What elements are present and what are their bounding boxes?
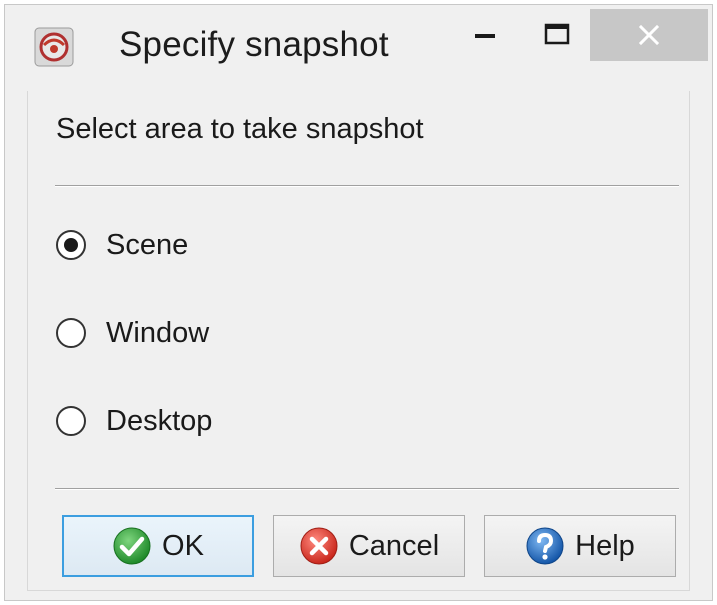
cancel-button-label: Cancel <box>348 529 440 562</box>
window-title: Specify snapshot <box>119 25 389 64</box>
top-divider <box>55 185 679 187</box>
radio-option-scene[interactable]: Scene <box>56 225 188 265</box>
dialog-body: Select area to take snapshot Scene Windo… <box>27 91 690 591</box>
bottom-divider <box>55 488 679 490</box>
title-bar[interactable]: Specify snapshot <box>5 5 712 91</box>
close-icon <box>638 24 660 46</box>
instruction-label: Select area to take snapshot <box>56 113 424 145</box>
radio-label-scene: Scene <box>106 228 189 261</box>
app-icon <box>34 27 74 67</box>
radio-option-desktop[interactable]: Desktop <box>56 401 212 441</box>
snapshot-dialog: Specify snapshot Select area to take sna… <box>4 4 713 601</box>
close-button[interactable] <box>590 9 708 61</box>
help-button[interactable]: Help <box>484 515 676 577</box>
radio-window[interactable] <box>56 318 86 348</box>
radio-label-window: Window <box>106 316 210 349</box>
help-button-label: Help <box>575 529 635 562</box>
question-icon <box>526 527 564 565</box>
maximize-icon <box>544 23 570 45</box>
radio-option-window[interactable]: Window <box>56 313 209 353</box>
ok-button-label: OK <box>162 529 204 562</box>
check-icon <box>113 527 151 565</box>
cancel-x-icon <box>300 527 338 565</box>
cancel-button[interactable]: Cancel <box>273 515 465 577</box>
maximize-button[interactable] <box>531 9 583 61</box>
radio-scene[interactable] <box>56 230 86 260</box>
radio-label-desktop: Desktop <box>106 404 213 437</box>
ok-button[interactable]: OK <box>62 515 254 577</box>
minimize-button[interactable] <box>460 9 510 61</box>
minimize-icon <box>475 34 495 38</box>
radio-selected-dot <box>64 238 78 252</box>
radio-desktop[interactable] <box>56 406 86 436</box>
